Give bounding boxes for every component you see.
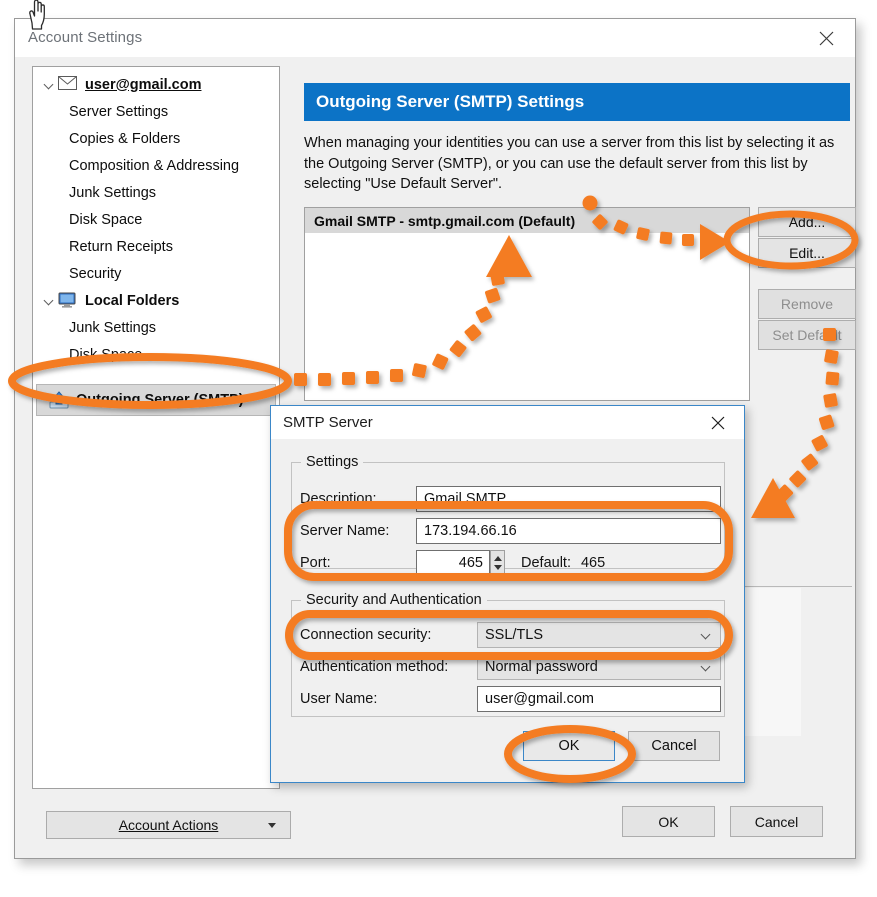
sidebar-item-return-receipts[interactable]: Return Receipts — [33, 233, 279, 260]
sidebar-item-disk-space[interactable]: Disk Space — [33, 206, 279, 233]
sidebar-item-label: Return Receipts — [69, 238, 173, 255]
window-cancel-button[interactable]: Cancel — [730, 806, 823, 837]
sidebar-item-label: Disk Space — [69, 346, 143, 363]
sidebar-item-label: Composition & Addressing — [69, 157, 240, 174]
server-name-field[interactable]: 173.194.66.16 — [416, 518, 721, 544]
remove-button-label: Remove — [780, 296, 834, 312]
sidebar-item-label: Copies & Folders — [69, 130, 181, 147]
description-label: Description: — [300, 491, 377, 507]
sidebar-item-copies-folders[interactable]: Copies & Folders — [33, 125, 279, 152]
smtp-server-list[interactable]: Gmail SMTP - smtp.gmail.com (Default) — [304, 207, 750, 401]
port-stepper[interactable] — [490, 550, 505, 576]
connection-security-row: Connection security: SSL/TLS — [300, 622, 721, 648]
connection-security-value: SSL/TLS — [485, 627, 544, 643]
sidebar-item-label: user@gmail.com — [85, 76, 202, 93]
smtp-list-actions: Add... Edit... Remove Set Default — [758, 207, 856, 351]
connection-security-select[interactable]: SSL/TLS — [477, 622, 721, 648]
description-row: Description: Gmail SMTP — [300, 486, 721, 512]
port-default-value: 465 — [580, 555, 606, 571]
computer-icon — [58, 292, 78, 310]
screenshot-root: Account Settings user@gmail.com Server S… — [0, 0, 877, 897]
sidebar-item-label: Junk Settings — [69, 184, 157, 201]
sidebar-item-label: Outgoing Server (SMTP) — [76, 392, 244, 408]
authentication-method-value: Normal password — [485, 659, 598, 675]
settings-group: Settings Description: Gmail SMTP Server … — [291, 454, 725, 576]
user-name-label: User Name: — [300, 691, 378, 707]
chevron-down-icon — [702, 663, 711, 672]
sidebar-item-outgoing-server-smtp[interactable]: Outgoing Server (SMTP) — [36, 384, 276, 416]
dialog-cancel-button[interactable]: Cancel — [628, 731, 720, 761]
server-name-label: Server Name: — [300, 523, 390, 539]
stepper-down-icon[interactable] — [494, 565, 502, 570]
sidebar-item-label: Disk Space — [69, 211, 143, 228]
chevron-down-icon[interactable] — [43, 294, 56, 307]
set-default-button[interactable]: Set Default — [758, 320, 856, 350]
dialog-cancel-label: Cancel — [651, 738, 697, 754]
window-footer: OK Cancel — [15, 786, 855, 858]
sidebar-item-security[interactable]: Security — [33, 260, 279, 287]
sidebar-item-local-disk-space[interactable]: Disk Space — [33, 341, 279, 368]
connection-security-label: Connection security: — [300, 627, 432, 643]
dialog-ok-label: OK — [558, 738, 580, 754]
chevron-down-icon[interactable] — [43, 78, 56, 91]
sidebar-item-label: Security — [69, 265, 122, 282]
description-field[interactable]: Gmail SMTP — [416, 486, 721, 512]
sidebar-item-local-folders[interactable]: Local Folders — [33, 287, 279, 314]
panel-description: When managing your identities you can us… — [304, 135, 835, 193]
port-label: Port: — [300, 555, 331, 571]
close-icon[interactable] — [696, 406, 740, 439]
smtp-server-dialog: SMTP Server Settings Description: Gmail … — [270, 405, 745, 783]
window-ok-button[interactable]: OK — [622, 806, 715, 837]
user-name-field[interactable]: user@gmail.com — [477, 686, 721, 712]
settings-tree[interactable]: user@gmail.com Server Settings Copies & … — [32, 66, 280, 789]
edit-button[interactable]: Edit... — [758, 238, 856, 268]
window-cancel-label: Cancel — [754, 813, 799, 830]
dialog-titlebar: SMTP Server — [271, 406, 744, 440]
envelope-icon — [58, 75, 78, 94]
edit-button-label: Edit... — [789, 245, 825, 261]
sidebar-item-junk-settings[interactable]: Junk Settings — [33, 179, 279, 206]
stepper-up-icon[interactable] — [494, 556, 502, 561]
port-field[interactable]: 465 — [416, 550, 490, 576]
dialog-ok-button[interactable]: OK — [523, 731, 615, 761]
sidebar-item-label: Server Settings — [69, 103, 169, 120]
chevron-down-icon — [702, 631, 711, 640]
remove-button[interactable]: Remove — [758, 289, 856, 319]
sidebar-item-composition-addressing[interactable]: Composition & Addressing — [33, 152, 279, 179]
sidebar-item-label: Junk Settings — [69, 319, 157, 336]
outgoing-server-icon — [49, 391, 69, 409]
close-icon[interactable] — [803, 19, 849, 57]
settings-group-legend: Settings — [306, 454, 359, 470]
window-titlebar: Account Settings — [15, 19, 855, 57]
sidebar-item-local-junk-settings[interactable]: Junk Settings — [33, 314, 279, 341]
sidebar-item-label: Local Folders — [85, 292, 180, 309]
port-default-label: Default: — [521, 555, 571, 571]
add-button-label: Add... — [788, 214, 826, 230]
dialog-title: SMTP Server — [283, 414, 373, 431]
set-default-button-label: Set Default — [772, 327, 842, 343]
hand-cursor-icon — [29, 0, 45, 30]
security-authentication-group: Security and Authentication Connection s… — [291, 592, 725, 717]
security-group-legend: Security and Authentication — [306, 592, 482, 608]
authentication-method-select[interactable]: Normal password — [477, 654, 721, 680]
page-title: Outgoing Server (SMTP) Settings — [304, 83, 850, 121]
authentication-method-row: Authentication method: Normal password — [300, 654, 721, 680]
authentication-method-label: Authentication method: — [300, 659, 449, 675]
user-name-row: User Name: user@gmail.com — [300, 686, 721, 712]
list-item[interactable]: Gmail SMTP - smtp.gmail.com (Default) — [305, 208, 749, 233]
sidebar-item-server-settings[interactable]: Server Settings — [33, 98, 279, 125]
port-row: Port: 465 Default: 465 — [300, 550, 605, 576]
server-name-row: Server Name: 173.194.66.16 — [300, 518, 721, 544]
sidebar-item-account-root[interactable]: user@gmail.com — [33, 71, 279, 98]
window-ok-label: OK — [658, 813, 679, 830]
add-button[interactable]: Add... — [758, 207, 856, 237]
